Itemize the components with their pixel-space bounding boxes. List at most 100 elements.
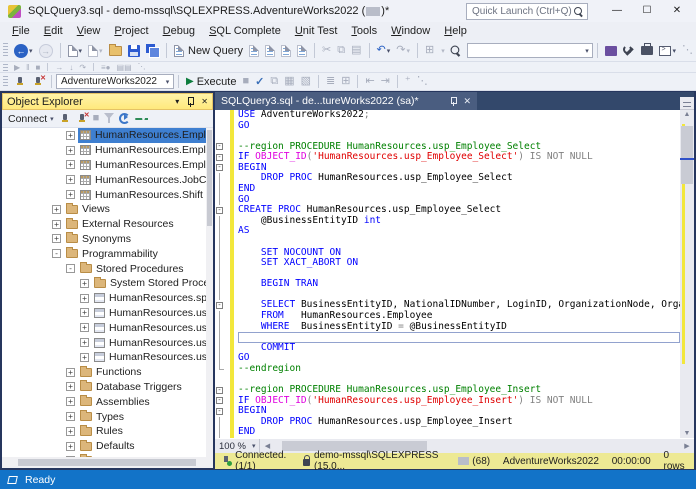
tree-item[interactable]: -Stored Procedures: [2, 261, 213, 276]
selection-grid-icon[interactable]: ⊞: [422, 45, 437, 56]
show-next-statement-icon[interactable]: →: [52, 63, 66, 72]
filter-icon[interactable]: [104, 113, 114, 124]
expand-icon[interactable]: +: [66, 146, 75, 155]
connect-plug-icon[interactable]: [59, 113, 71, 125]
open-file-button[interactable]: [106, 46, 125, 56]
xevent-profiler-icon[interactable]: [602, 46, 620, 56]
stop-debug-icon[interactable]: ■: [32, 63, 43, 72]
intellisense-icon[interactable]: ▧: [298, 76, 314, 87]
debug-windows-icon[interactable]: ▤▤: [114, 63, 135, 72]
outlining-margin[interactable]: -: [215, 406, 238, 417]
tree-item[interactable]: +Defaults: [2, 439, 213, 454]
collapse-icon[interactable]: -: [52, 249, 61, 258]
expand-icon[interactable]: +: [66, 175, 75, 184]
outlining-margin[interactable]: -: [215, 152, 238, 163]
menu-edit[interactable]: Edit: [37, 23, 70, 39]
expand-icon[interactable]: +: [52, 234, 61, 243]
tree-item[interactable]: +Database Triggers: [2, 380, 213, 395]
paste-icon[interactable]: ▤: [348, 45, 364, 56]
comment-icon[interactable]: ⇤: [362, 76, 377, 87]
minimize-button[interactable]: —: [602, 0, 632, 22]
parse-icon[interactable]: ✓: [252, 75, 267, 88]
collapse-region-icon[interactable]: -: [216, 397, 223, 404]
scroll-right-icon[interactable]: ▶: [680, 442, 694, 450]
cancel-query-icon[interactable]: ■: [239, 76, 252, 87]
code-area[interactable]: USE AdventureWorks2022;GO---region PROCE…: [215, 110, 680, 438]
connect-query-icon[interactable]: [11, 76, 29, 88]
tab-close-icon[interactable]: ✕: [463, 96, 471, 107]
redo-button[interactable]: ↷▾: [393, 45, 413, 56]
scrollbar-thumb[interactable]: [18, 459, 196, 466]
breakpoints-icon[interactable]: ≡●: [98, 63, 114, 72]
dmx-query-icon[interactable]: [262, 45, 278, 57]
pin-icon[interactable]: [186, 96, 195, 107]
tab-pin-icon[interactable]: [450, 97, 457, 106]
new-query-button[interactable]: New Query: [171, 42, 246, 60]
menu-debug[interactable]: Debug: [156, 23, 202, 39]
save-all-button[interactable]: [143, 44, 162, 57]
dax-query-icon[interactable]: [294, 45, 310, 57]
tree-item[interactable]: +HumanResources.sp_GetEmployeeManagers: [2, 291, 213, 306]
tree-item[interactable]: +HumanResources.Employee: [2, 128, 213, 143]
maximize-button[interactable]: ☐: [632, 0, 662, 22]
menu-help[interactable]: Help: [437, 23, 474, 39]
undo-button[interactable]: ↶▾: [374, 45, 394, 56]
database-combo[interactable]: AdventureWorks2022▾: [56, 74, 174, 89]
tree-item[interactable]: -Programmability: [2, 246, 213, 261]
tree-item[interactable]: +HumanResources.EmployeePayHistory: [2, 158, 213, 173]
quick-launch-box[interactable]: Quick Launch (Ctrl+Q): [466, 3, 588, 20]
scroll-up-icon[interactable]: ▲: [680, 111, 694, 118]
tree-item[interactable]: +External Resources: [2, 217, 213, 232]
results-text-icon[interactable]: ≣: [323, 76, 338, 87]
outlining-margin[interactable]: -: [215, 300, 238, 311]
new-project-button[interactable]: ▾: [65, 45, 86, 57]
outlining-margin[interactable]: -: [215, 142, 238, 153]
copy-icon[interactable]: ⧉: [334, 45, 348, 56]
object-explorer-header[interactable]: Object Explorer ▾ ✕: [2, 93, 213, 110]
tree-item[interactable]: +HumanResources.EmployeeDepartmentHistor…: [2, 143, 213, 158]
collapse-region-icon[interactable]: -: [216, 207, 223, 214]
window-position-icon[interactable]: ▾: [175, 97, 179, 106]
code-line[interactable]: WHERE BusinessEntityID = @BusinessEntity…: [215, 322, 680, 333]
collapse-region-icon[interactable]: -: [216, 408, 223, 415]
tree-item[interactable]: +Functions: [2, 365, 213, 380]
code-line[interactable]: DROP PROC HumanResources.usp_Employee_Se…: [215, 173, 680, 184]
step-into-icon[interactable]: ↓: [66, 63, 76, 72]
tree-horizontal-scrollbar[interactable]: [2, 457, 213, 468]
document-tab[interactable]: SQLQuery3.sql - de...tureWorks2022 (sa)*…: [215, 92, 477, 110]
tree-item[interactable]: +HumanResources.JobCandidate: [2, 172, 213, 187]
collapse-region-icon[interactable]: -: [216, 387, 223, 394]
toolbar-grip[interactable]: [3, 64, 8, 71]
cut-icon[interactable]: ✂: [319, 45, 334, 56]
toolbar-grip[interactable]: [3, 43, 8, 58]
xmla-query-icon[interactable]: [278, 45, 294, 57]
mdx-query-icon[interactable]: [246, 45, 262, 57]
code-line[interactable]: COMMIT: [215, 343, 680, 354]
menu-view[interactable]: View: [70, 23, 108, 39]
tree-item[interactable]: +HumanResources.uspUpdateEmployeeLogin: [2, 335, 213, 350]
toolbar-overflow[interactable]: ⋱: [679, 45, 696, 56]
tree-vertical-scrollbar[interactable]: [206, 128, 213, 457]
scrollbar-thumb[interactable]: [681, 126, 693, 184]
uncomment-icon[interactable]: ⇥: [378, 76, 393, 87]
close-panel-icon[interactable]: ✕: [201, 97, 208, 106]
code-line[interactable]: SET XACT_ABORT ON: [215, 258, 680, 269]
start-debug-icon[interactable]: ▶: [11, 63, 23, 72]
expand-icon[interactable]: +: [66, 427, 75, 436]
code-line[interactable]: DROP PROC HumanResources.usp_Employee_In…: [215, 417, 680, 428]
code-line[interactable]: BEGIN TRAN: [215, 279, 680, 290]
menu-unit-test[interactable]: Unit Test: [288, 23, 345, 39]
toolbox-icon[interactable]: [638, 46, 656, 55]
code-line[interactable]: @BusinessEntityID int: [215, 216, 680, 227]
code-line[interactable]: -IF OBJECT_ID('HumanResources.usp_Employ…: [215, 152, 680, 163]
code-line[interactable]: USE AdventureWorks2022;: [215, 110, 680, 121]
step-over-icon[interactable]: ↷: [76, 63, 89, 72]
stop-icon[interactable]: ■: [93, 113, 100, 124]
menu-window[interactable]: Window: [384, 23, 437, 39]
expand-icon[interactable]: +: [80, 338, 89, 347]
editor-vertical-scrollbar[interactable]: ▲ ▼: [680, 110, 694, 438]
indent-icon[interactable]: ⁺: [402, 76, 414, 87]
expand-icon[interactable]: +: [52, 220, 61, 229]
save-button[interactable]: [125, 45, 143, 57]
expand-icon[interactable]: +: [66, 160, 75, 169]
